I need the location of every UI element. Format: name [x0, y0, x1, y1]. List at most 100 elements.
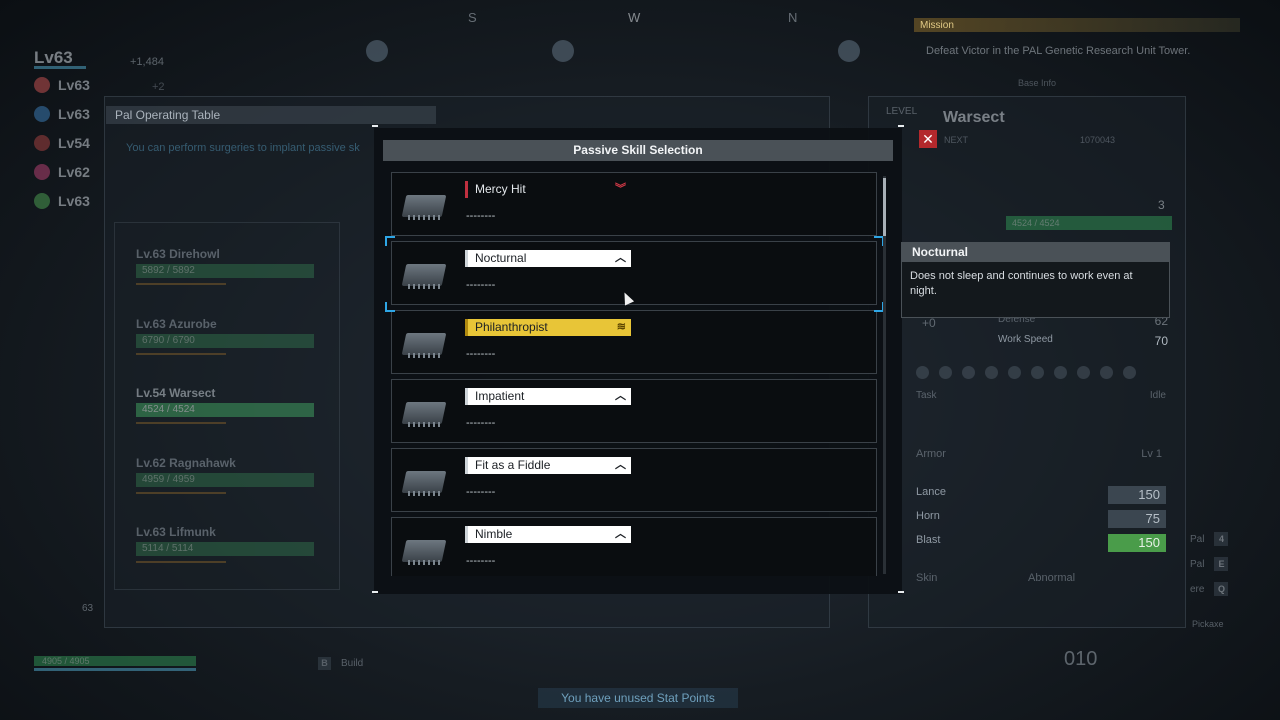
side-key-label: Pal [1190, 534, 1205, 545]
operating-table-description: You can perform surgeries to implant pas… [126, 142, 360, 154]
skill-row[interactable]: Mercy Hit ︾ -------- [391, 172, 877, 236]
work-icon [916, 366, 929, 379]
pal-hp-bar: 5114 / 5114 [136, 542, 314, 556]
skill-name: Lance [916, 486, 946, 498]
base-info-label: Base Info [1018, 78, 1057, 88]
ammo-count: 010 [1064, 648, 1098, 670]
plus-zero: +0 [922, 316, 936, 330]
work-speed-label: Work Speed [998, 334, 1053, 345]
player-level: Lv63 [34, 48, 73, 67]
skin-label: Skin [916, 572, 938, 584]
party-member: Lv62 [34, 163, 114, 185]
skill-description: -------- [466, 555, 496, 567]
next-label: NEXT [944, 135, 969, 145]
pal-name: Lv.63 Lifmunk [136, 525, 216, 539]
skill-name: Nimble [475, 527, 513, 541]
pal-list-item[interactable]: Lv.63 Direhowl 5892 / 5892 [136, 247, 316, 287]
skill-name: Nocturnal [475, 251, 527, 265]
work-speed-stat: Work Speed 70 [998, 334, 1168, 348]
map-marker-icon [366, 40, 388, 62]
player-exp-gain: +1,484 [130, 56, 164, 68]
rank-up-icon: ︿ [615, 252, 626, 264]
work-suitability-icons [916, 366, 1166, 380]
skill-row-lance: Lance 150 [916, 486, 1166, 506]
skill-power-badge: 150 [1108, 486, 1166, 504]
modal-corner [898, 591, 904, 593]
rank-down-icon: ︾ [615, 183, 626, 195]
pal-hp-bar: 6790 / 6790 [136, 334, 314, 348]
skill-power-badge: 75 [1108, 510, 1166, 528]
skill-description: -------- [466, 417, 496, 429]
party-pal-icon [34, 105, 50, 122]
skill-row[interactable]: Philanthropist ≋ -------- [391, 310, 877, 374]
work-icon [1008, 366, 1021, 379]
skill-row-blast: Blast 150 [916, 534, 1166, 554]
compass-north: N [788, 10, 798, 25]
scrollbar-thumb[interactable] [883, 178, 886, 236]
skill-chip-icon [398, 254, 450, 294]
skill-row[interactable]: Nimble ︿ -------- [391, 517, 877, 576]
mission-text: Defeat Victor in the PAL Genetic Researc… [926, 45, 1191, 57]
party-pal-icon [34, 192, 50, 209]
skill-row[interactable]: Impatient ︿ -------- [391, 379, 877, 443]
work-icon [985, 366, 998, 379]
build-label: Build [341, 658, 364, 669]
task-row: Task Idle [916, 390, 1166, 401]
rank-number: 3 [1158, 198, 1165, 212]
party-member: Lv63 [34, 192, 114, 214]
pal-list-item[interactable]: Lv.63 Azurobe 6790 / 6790 [136, 317, 316, 357]
selection-bracket [385, 236, 395, 246]
work-icon [1031, 366, 1044, 379]
skill-name: Blast [916, 534, 941, 546]
skill-label: Fit as a Fiddle ︿ [465, 457, 631, 474]
pal-list-item-selected[interactable]: Lv.54 Warsect 4524 / 4524 [136, 386, 316, 426]
skill-description: -------- [466, 486, 496, 498]
skill-row[interactable]: Fit as a Fiddle ︿ -------- [391, 448, 877, 512]
skill-description: -------- [466, 279, 496, 291]
pal-list-item[interactable]: Lv.62 Ragnahawk 4959 / 4959 [136, 456, 316, 496]
modal-corner [372, 125, 378, 127]
work-icon [939, 366, 952, 379]
tooltip-title: Nocturnal [902, 243, 1169, 262]
mission-label: Mission [920, 20, 954, 31]
compass-west: W [628, 10, 641, 25]
key-badge: E [1214, 557, 1229, 571]
rank-legendary-icon: ≋ [616, 321, 626, 333]
skill-row-hovered[interactable]: Nocturnal ︿ -------- [391, 241, 877, 305]
party-member: Lv54 [34, 134, 114, 156]
party-level: Lv54 [58, 134, 90, 151]
player-xp-bar [34, 66, 86, 69]
task-value: Idle [1149, 390, 1166, 401]
armor-label: Armor [916, 448, 946, 460]
skill-row-horn: Horn 75 [916, 510, 1166, 530]
party-pal-icon [34, 76, 50, 93]
player-stamina-bar [34, 668, 196, 671]
party-level: Lv63 [58, 192, 90, 209]
pal-hp-bar: 4959 / 4959 [136, 473, 314, 487]
compass: S W N [430, 10, 850, 28]
key-badge: B [318, 657, 331, 670]
skill-chip-icon [398, 461, 450, 501]
skill-name: Horn [916, 510, 940, 522]
pal-hp-bar: 5892 / 5892 [136, 264, 314, 278]
pal-list-item[interactable]: Lv.63 Lifmunk 5114 / 5114 [136, 525, 316, 565]
tower-marker-icon [838, 40, 860, 62]
side-key-hint: Pal E [1190, 557, 1229, 571]
pal-xp-bar [136, 422, 226, 424]
side-key-hint: Pal 4 [1190, 532, 1229, 546]
armor-level: Lv 1 [1141, 448, 1162, 460]
player-exp-gain-2: +2 [152, 81, 165, 93]
unused-stat-notice: You have unused Stat Points [538, 688, 738, 708]
party-pal-icon [34, 134, 50, 151]
skill-list[interactable]: Mercy Hit ︾ -------- Nocturnal ︿ -------- … [391, 172, 877, 576]
pickaxe-label: Pickaxe [1192, 619, 1224, 629]
skill-name: Impatient [475, 389, 525, 403]
side-key-label: Pal [1190, 559, 1205, 570]
task-label: Task [916, 390, 937, 401]
compass-south: S [468, 10, 477, 25]
close-icon[interactable]: ✕ [919, 130, 937, 148]
modal-corner [372, 591, 378, 593]
skill-description: -------- [466, 348, 496, 360]
key-badge: Q [1214, 582, 1229, 596]
skill-label: Philanthropist ≋ [465, 319, 631, 336]
